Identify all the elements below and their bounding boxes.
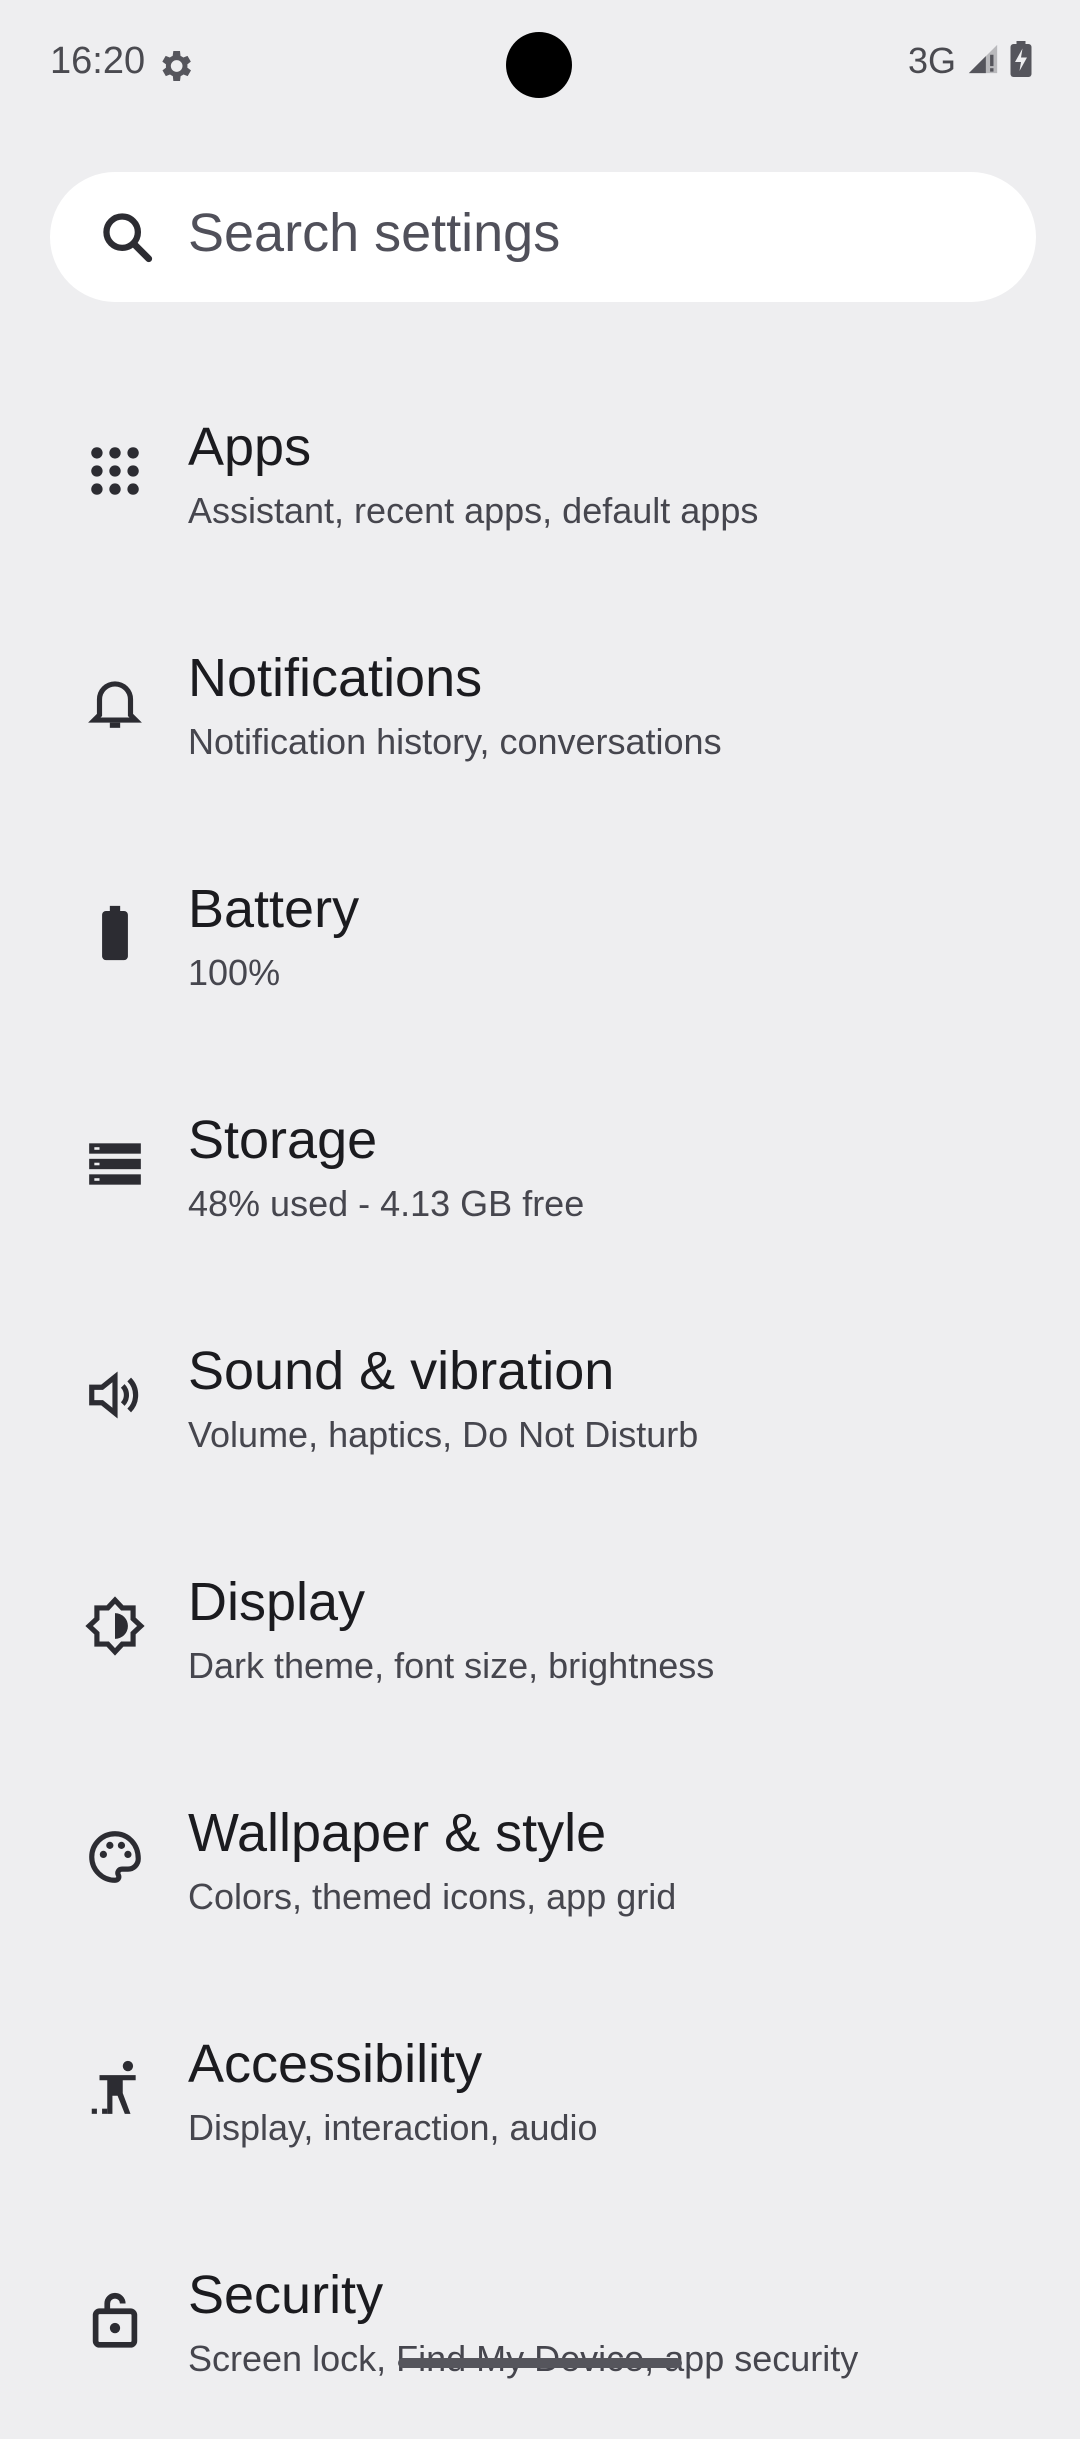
settings-item-subtitle: Assistant, recent apps, default apps xyxy=(188,490,759,531)
settings-item-sound[interactable]: Sound & vibration Volume, haptics, Do No… xyxy=(0,1284,1080,1515)
settings-item-title: Storage xyxy=(188,1110,378,1170)
settings-item-wallpaper[interactable]: Wallpaper & style Colors, themed icons, … xyxy=(0,1746,1080,1977)
settings-item-accessibility[interactable]: Accessibility Display, interaction, audi… xyxy=(0,1977,1080,2208)
settings-item-storage[interactable]: Storage 48% used - 4.13 GB free xyxy=(0,1053,1080,1284)
settings-item-title: Security xyxy=(188,2265,384,2325)
signal-icon xyxy=(966,42,1000,81)
settings-item-apps[interactable]: Apps Assistant, recent apps, default app… xyxy=(0,360,1080,591)
settings-item-subtitle: Dark theme, font size, brightness xyxy=(188,1645,715,1686)
settings-item-notifications[interactable]: Notifications Notification history, conv… xyxy=(0,591,1080,822)
settings-item-subtitle: 48% used - 4.13 GB free xyxy=(188,1183,585,1224)
settings-item-subtitle: Display, interaction, audio xyxy=(188,2107,598,2148)
search-bar[interactable]: Search settings xyxy=(50,172,1036,302)
palette-icon xyxy=(84,1826,146,1888)
settings-item-subtitle: Colors, themed icons, app grid xyxy=(188,1876,677,1917)
network-type: 3G xyxy=(907,40,956,81)
status-indicators: 3G xyxy=(908,40,1032,82)
status-time: 16:20 xyxy=(50,40,146,82)
battery-icon xyxy=(84,902,146,964)
search-placeholder[interactable]: Search settings xyxy=(188,202,560,264)
battery-charging-icon xyxy=(1010,40,1032,82)
settings-item-subtitle: Volume, haptics, Do Not Disturb xyxy=(188,1414,699,1455)
settings-item-subtitle: 100% xyxy=(188,952,281,993)
accessibility-icon xyxy=(84,2057,146,2119)
settings-item-title: Sound & vibration xyxy=(188,1341,615,1401)
speaker-icon xyxy=(84,1364,146,1426)
status-bar: 16:20 3G xyxy=(0,0,1080,128)
settings-item-title: Apps xyxy=(188,417,312,477)
brightness-icon xyxy=(84,1595,146,1657)
settings-item-display[interactable]: Display Dark theme, font size, brightnes… xyxy=(0,1515,1080,1746)
bell-icon xyxy=(84,671,146,733)
apps-grid-icon xyxy=(84,440,146,502)
storage-icon xyxy=(84,1133,146,1195)
settings-list: Apps Assistant, recent apps, default app… xyxy=(0,360,1080,2439)
settings-gear-icon xyxy=(155,46,195,86)
settings-item-subtitle: Notification history, conversations xyxy=(188,721,722,762)
settings-item-battery[interactable]: Battery 100% xyxy=(0,822,1080,1053)
settings-item-title: Accessibility xyxy=(188,2034,483,2094)
settings-item-security[interactable]: Security Screen lock, Find My Device, ap… xyxy=(0,2208,1080,2439)
settings-item-title: Battery xyxy=(188,879,360,939)
search-icon xyxy=(98,208,156,266)
lock-icon xyxy=(84,2288,146,2350)
gesture-nav-handle[interactable] xyxy=(398,2358,682,2368)
settings-item-title: Wallpaper & style xyxy=(188,1803,607,1863)
settings-item-title: Notifications xyxy=(188,648,483,708)
settings-item-title: Display xyxy=(188,1572,366,1632)
camera-cutout xyxy=(506,32,572,98)
